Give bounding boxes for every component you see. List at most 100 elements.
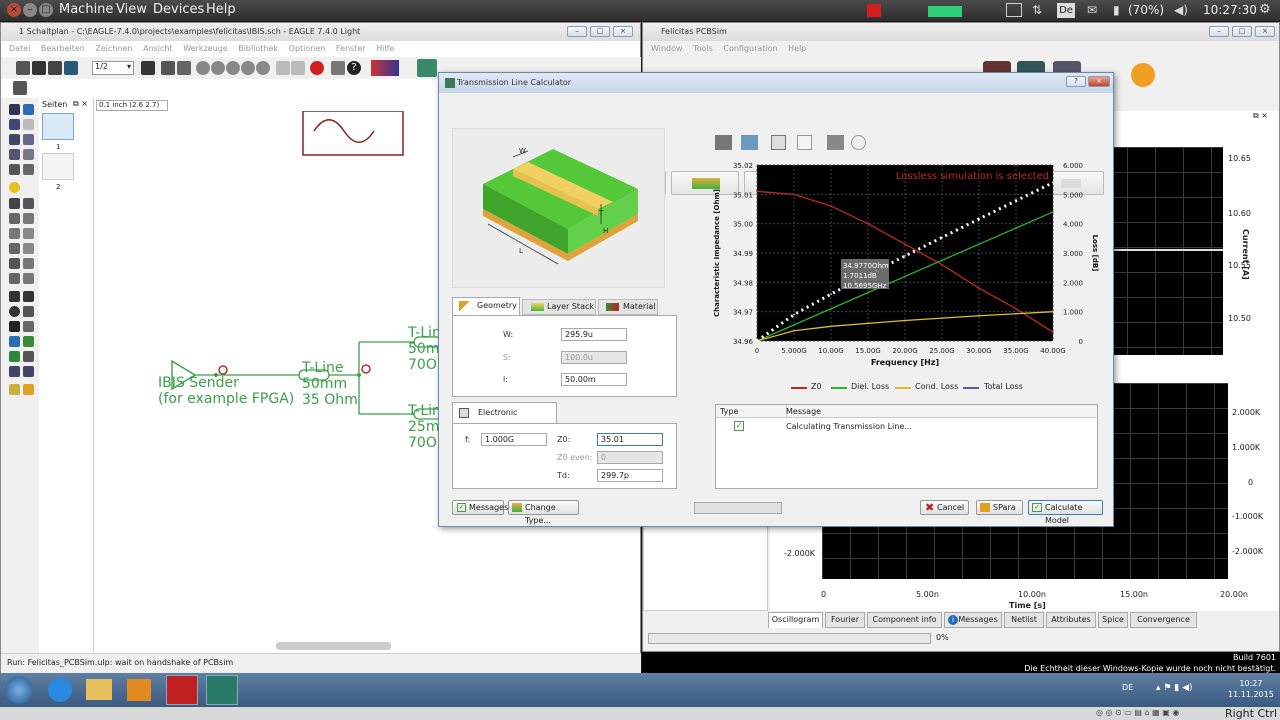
eagle-task-icon[interactable] (166, 675, 198, 705)
split-tool-icon[interactable] (23, 258, 34, 269)
z0-field[interactable]: 35.01 (597, 433, 663, 446)
eye-tool-icon[interactable] (23, 104, 34, 115)
open-icon[interactable] (16, 61, 30, 75)
sheet-select[interactable]: 1/2 ▾ (92, 61, 134, 75)
table-row[interactable]: ✓ Calculating Transmission Line... (716, 421, 1097, 434)
eagle-menu-fenster[interactable]: Fenster (336, 44, 366, 53)
polygon-tool-icon[interactable] (23, 321, 34, 332)
circle-tool-icon[interactable] (9, 306, 20, 317)
tab-fourier[interactable]: Fourier (825, 612, 865, 628)
volume-icon[interactable]: ◀) (1174, 3, 1188, 17)
rect-tool-icon[interactable] (9, 321, 20, 332)
cam-icon[interactable] (64, 61, 78, 75)
chart-view-icon[interactable] (797, 135, 812, 150)
eagle-menu-ansicht[interactable]: Ansicht (143, 44, 173, 53)
value-tool-icon[interactable] (9, 243, 20, 254)
zoom-out-icon[interactable] (226, 61, 240, 75)
start-button-icon[interactable] (5, 676, 33, 704)
table-view-icon[interactable] (771, 135, 786, 150)
replace-tool-icon[interactable] (23, 213, 34, 224)
menu-machine[interactable]: Machine (59, 2, 113, 17)
media-player-icon[interactable] (127, 679, 151, 701)
tlc-help-button[interactable]: ? (1066, 76, 1086, 87)
menu-view[interactable]: View (116, 2, 147, 17)
zoom-in-icon[interactable] (211, 61, 225, 75)
zoom-fit-icon[interactable] (196, 61, 210, 75)
stop-icon[interactable] (310, 61, 324, 75)
pcbsim-menu-configuration[interactable]: Configuration (723, 44, 777, 53)
errors-tool-icon[interactable] (23, 384, 34, 395)
eagle-menu-hilfe[interactable]: Hilfe (376, 44, 394, 53)
eagle-menu-zeichnen[interactable]: Zeichnen (95, 44, 132, 53)
minimize-vm-icon[interactable]: – (23, 3, 37, 17)
zoom-chart-icon[interactable] (851, 135, 866, 150)
dimension-tool-icon[interactable] (23, 366, 34, 377)
text-tool-icon[interactable] (23, 291, 34, 302)
eagle-menu-optionen[interactable]: Optionen (289, 44, 326, 53)
rotate-tool-icon[interactable] (23, 149, 34, 160)
mirror-tool-icon[interactable] (9, 149, 20, 160)
eagle-maximize-button[interactable]: □ (590, 26, 610, 37)
optimize-tool-icon[interactable] (23, 273, 34, 284)
tab-netlist[interactable]: Netlist (1004, 612, 1044, 628)
pcbsim-close-button[interactable]: × (1255, 26, 1275, 37)
sheet-icon[interactable] (141, 61, 155, 75)
label-tool-icon[interactable] (23, 351, 34, 362)
export-chart-icon[interactable] (741, 135, 758, 150)
settings-chart-icon[interactable] (827, 135, 844, 150)
pcbsim-menu-tools[interactable]: Tools (693, 44, 713, 53)
horizontal-scrollbar[interactable] (276, 642, 391, 650)
grid-icon[interactable] (13, 81, 27, 95)
keyboard-layout[interactable]: De (1057, 3, 1075, 18)
tab-attributes[interactable]: Attributes (1046, 612, 1096, 628)
copy-tool-icon[interactable] (23, 134, 34, 145)
arc-tool-icon[interactable] (23, 306, 34, 317)
designlink-icon[interactable] (371, 60, 399, 76)
pcbsim-task-icon[interactable] (206, 675, 238, 705)
name-tool-icon[interactable] (23, 228, 34, 239)
eagle-minimize-button[interactable]: – (567, 26, 587, 37)
pinswap-tool-icon[interactable] (9, 213, 20, 224)
pcbsim-launch-icon[interactable] (417, 59, 437, 77)
tray-icons[interactable]: ▴ ⚑ ▮ ◀) (1156, 683, 1193, 693)
sheets-close-icon[interactable]: ⧉ × (73, 99, 88, 109)
zoom-select-icon[interactable] (256, 61, 270, 75)
explorer-icon[interactable] (86, 679, 112, 700)
sheet-thumb-2[interactable] (42, 153, 74, 180)
go-icon[interactable] (331, 61, 345, 75)
save-icon[interactable] (32, 61, 46, 75)
plot-restore-icon[interactable]: ⧉ × (1253, 111, 1268, 121)
delete-tool-icon[interactable] (9, 198, 20, 209)
erc-tool-icon[interactable] (9, 384, 20, 395)
td-field[interactable]: 299.7p (597, 469, 663, 482)
script-icon[interactable] (161, 61, 175, 75)
maximize-vm-icon[interactable]: □ (39, 3, 53, 17)
smash-tool-icon[interactable] (23, 243, 34, 254)
eagle-menu-bearbeiten[interactable]: Bearbeiten (41, 44, 85, 53)
bus-tool-icon[interactable] (9, 336, 20, 347)
attribute-tool-icon[interactable] (9, 366, 20, 377)
wire-tool-icon[interactable] (9, 291, 20, 302)
pcbsim-menu-window[interactable]: Window (651, 44, 683, 53)
pcbsim-maximize-button[interactable]: □ (1232, 26, 1252, 37)
gateswap-tool-icon[interactable] (9, 228, 20, 239)
invoke-tool-icon[interactable] (9, 273, 20, 284)
net-tool-icon[interactable] (23, 336, 34, 347)
miter-tool-icon[interactable] (9, 258, 20, 269)
l-field[interactable]: 50.00m (561, 373, 627, 386)
eagle-close-button[interactable]: × (613, 26, 633, 37)
eagle-menu-werkzeuge[interactable]: Werkzeuge (183, 44, 227, 53)
tlc-close-button[interactable]: × (1088, 76, 1110, 87)
tab-component-info[interactable]: Component info (867, 612, 942, 628)
help-icon[interactable]: ? (347, 61, 361, 75)
run-icon[interactable] (177, 61, 191, 75)
layer-tool-icon[interactable] (9, 119, 20, 130)
junction-tool-icon[interactable] (9, 351, 20, 362)
zoom-redraw-icon[interactable] (241, 61, 255, 75)
change-tool-icon[interactable] (23, 164, 34, 175)
print-icon[interactable] (48, 61, 62, 75)
display-tool-icon[interactable] (23, 119, 34, 130)
menu-help[interactable]: Help (206, 2, 236, 17)
tab-spice[interactable]: Spice (1098, 612, 1128, 628)
info-tool-icon[interactable] (9, 104, 20, 115)
